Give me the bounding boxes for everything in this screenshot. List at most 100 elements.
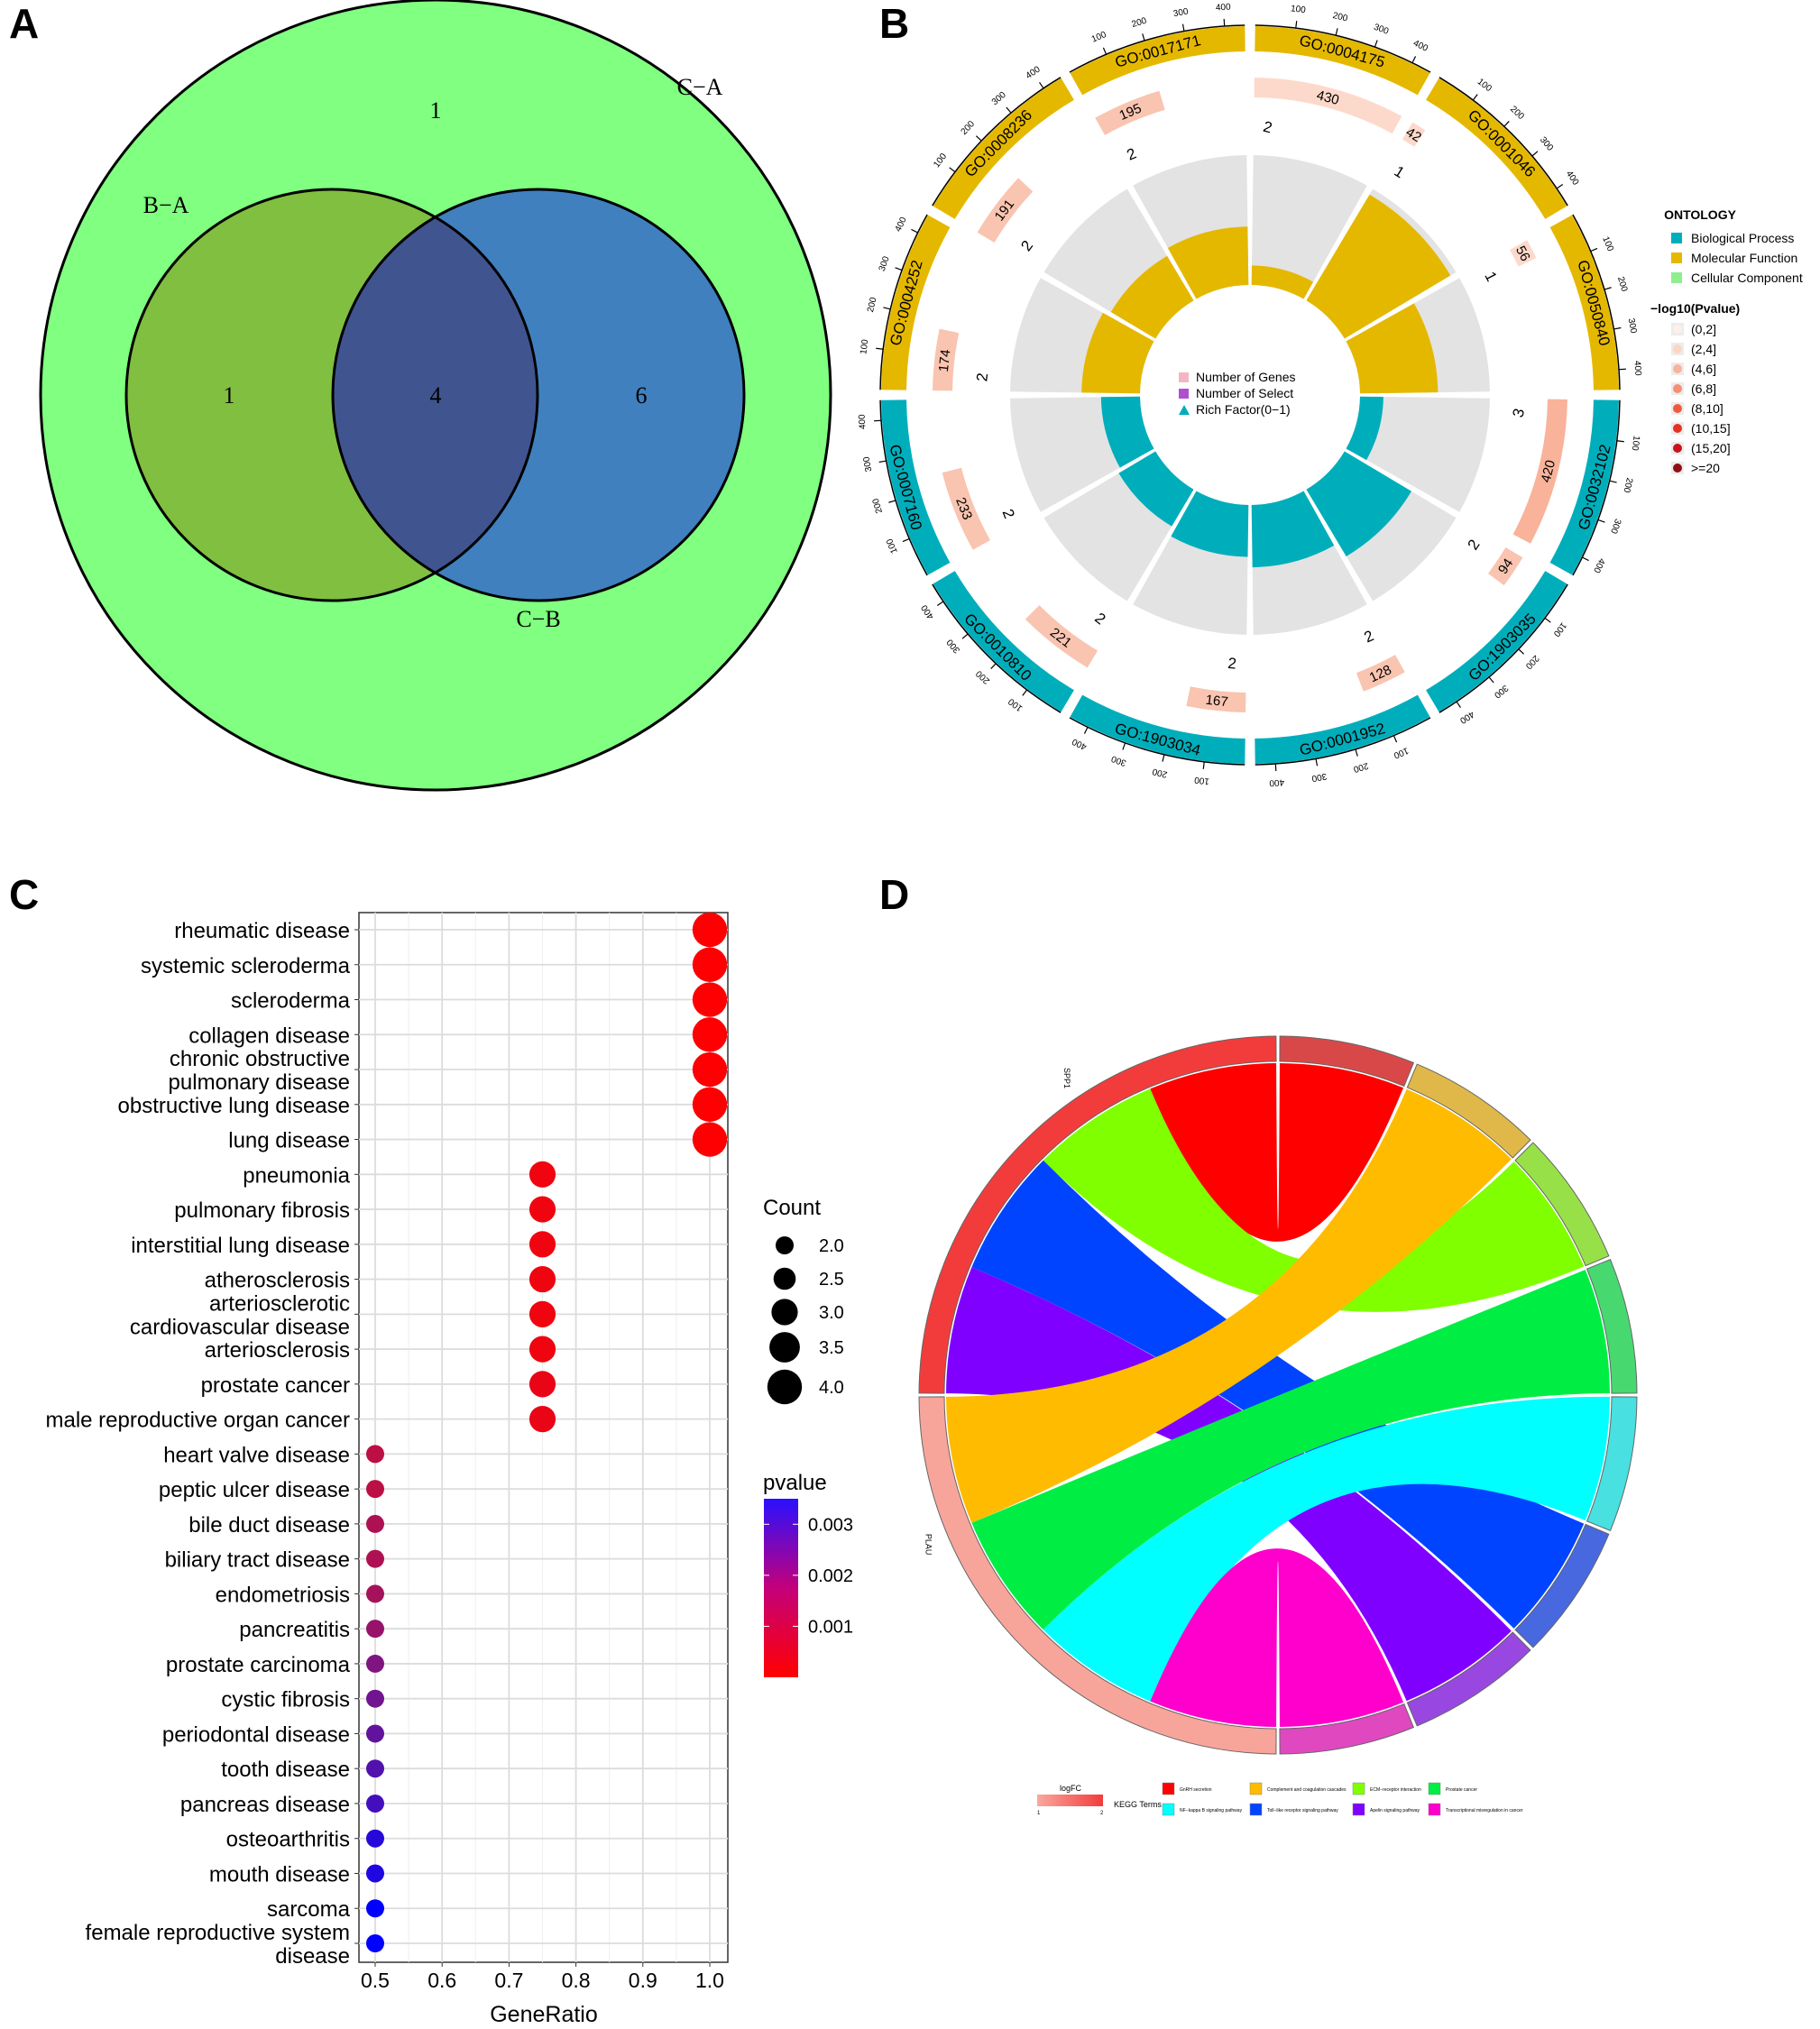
y-tick-label-line: pancreas disease xyxy=(180,1793,350,1817)
count-legend-dot xyxy=(776,1236,794,1254)
kegg-legend-swatch xyxy=(1249,1782,1263,1795)
colorbar-tick-label: 0.003 xyxy=(808,1515,853,1535)
y-tick-label-line: sarcoma xyxy=(267,1897,351,1922)
count-legend: 2.0 2.5 3.0 3.5 4.0 xyxy=(767,1236,844,1405)
y-tick-label-line: prostate cancer xyxy=(201,1373,350,1398)
y-tick-label-line: pneumonia xyxy=(243,1163,350,1188)
pvalue-key-swatch xyxy=(1673,364,1682,373)
go-axis-tick-label: 400 xyxy=(1269,776,1285,787)
pvalue-colorbar-title: pvalue xyxy=(763,1471,827,1495)
panel-label-d: D xyxy=(879,871,909,918)
go-axis-tick-label: 300 xyxy=(1626,317,1639,335)
y-tick-label: female reproductive system disease xyxy=(86,1921,350,1969)
go-term-id: GO:0008236 xyxy=(961,106,1035,180)
go-axis-tick-label: 400 xyxy=(1216,2,1232,13)
ontology-cc: Cellular Component xyxy=(1691,271,1803,285)
go-axis-tick xyxy=(1411,56,1417,63)
panel-label-a: A xyxy=(9,0,39,47)
go-axis-tick xyxy=(1590,247,1598,252)
y-tick-label: prostate cancer xyxy=(201,1373,350,1398)
y-tick-label: periodontal disease xyxy=(162,1722,350,1747)
x-tick-label: 0.5 xyxy=(361,1969,390,1992)
data-point xyxy=(366,1620,384,1639)
select-count-label: 2 xyxy=(1091,610,1108,629)
count-legend-label: 4.0 xyxy=(819,1378,844,1398)
go-axis-tick xyxy=(1202,761,1205,769)
select-count-label: 2 xyxy=(1125,144,1139,163)
data-point xyxy=(366,1584,384,1603)
legend-label-rich: Rich Factor(0−1) xyxy=(1196,402,1291,417)
go-axis-tick-label: 200 xyxy=(1352,760,1370,774)
y-tick-label: sarcoma xyxy=(267,1897,351,1922)
colorbar-tick-label: 0.001 xyxy=(808,1617,853,1637)
y-tick-label: atherosclerosis xyxy=(205,1269,350,1293)
go-axis-tick xyxy=(1556,184,1564,189)
y-tick-label: bile duct disease xyxy=(188,1513,350,1538)
y-tick-label-line: arteriosclerosis xyxy=(205,1338,350,1363)
kegg-legend-label: Toll−like receptor signaling pathway xyxy=(1267,1808,1338,1813)
y-tick-label: endometriosis xyxy=(216,1583,350,1607)
go-axis-tick xyxy=(1223,18,1226,27)
go-axis-tick xyxy=(1142,33,1145,41)
go-term-id: GO:0010810 xyxy=(961,611,1034,684)
venn-count-b-a: 1 xyxy=(224,382,235,409)
y-tick-label: pulmonary fibrosis xyxy=(174,1198,350,1223)
go-axis-tick-label: 100 xyxy=(932,151,949,170)
data-point xyxy=(529,1406,556,1433)
go-axis-tick-label: 400 xyxy=(1025,64,1043,81)
data-point xyxy=(692,982,728,1017)
y-tick-label: osteoarthritis xyxy=(226,1828,350,1852)
select-count-label: 2 xyxy=(973,372,991,383)
pvalue-legend-title: −log10(Pvalue) xyxy=(1650,301,1740,316)
venn-count-outer: 1 xyxy=(430,97,442,124)
swatch-mf xyxy=(1671,252,1682,263)
figure: A B C D C−A B−A C−B 1 1 4 6 100 200 300 400… xyxy=(9,0,1803,2027)
gene-count-label: 174 xyxy=(936,349,954,373)
go-axis-tick xyxy=(949,167,956,173)
y-tick-label: pneumonia xyxy=(243,1163,350,1188)
count-legend-label: 3.0 xyxy=(819,1303,844,1323)
go-term-id: GO:0004175 xyxy=(1298,32,1387,71)
y-tick-label-line: heart valve disease xyxy=(163,1443,350,1467)
go-axis-tick-label: 100 xyxy=(1007,696,1025,713)
gene-label: PLAU xyxy=(924,1534,933,1556)
kegg-legend-swatch xyxy=(1249,1803,1263,1816)
data-point xyxy=(529,1161,556,1188)
y-tick-label-line: cystic fibrosis xyxy=(221,1688,350,1712)
pvalue-key-swatch xyxy=(1673,464,1682,473)
go-axis-tick xyxy=(902,537,910,543)
pvalue-key-label: (15,20] xyxy=(1691,441,1731,455)
go-axis-tick-label: 300 xyxy=(878,255,892,273)
select-count-label: 2 xyxy=(1262,118,1274,137)
go-term-id: GO:0004252 xyxy=(887,258,926,347)
data-point xyxy=(366,1689,384,1708)
count-legend-dot xyxy=(771,1299,798,1326)
kegg-legend-swatch xyxy=(1428,1782,1441,1795)
go-axis-tick-label: 300 xyxy=(861,455,874,473)
data-point xyxy=(366,1480,384,1499)
panel-label-b: B xyxy=(879,0,909,47)
data-point xyxy=(366,1899,384,1918)
go-axis-tick-label: 400 xyxy=(1457,709,1475,726)
venn-label-b-a: B−A xyxy=(143,192,189,218)
go-axis-tick-label: 300 xyxy=(1310,771,1328,784)
pvalue-key-swatch xyxy=(1673,344,1682,353)
data-point xyxy=(366,1549,384,1568)
count-legend-label: 2.5 xyxy=(819,1270,844,1290)
go-axis-tick-label: 200 xyxy=(1508,105,1526,123)
ontology-mf: Molecular Function xyxy=(1691,251,1797,265)
go-axis-tick xyxy=(883,307,891,310)
data-point xyxy=(529,1231,556,1258)
go-term-id: GO:0050840 xyxy=(1574,258,1613,347)
y-tick-label-line: systemic scleroderma xyxy=(141,954,351,978)
kegg-legend-label: Transcriptional misregulation in cancer xyxy=(1446,1808,1523,1813)
pvalue-colorbar xyxy=(764,1499,798,1677)
y-tick-label: heart valve disease xyxy=(163,1443,350,1467)
go-axis-tick-label: 200 xyxy=(960,119,978,137)
go-axis-tick xyxy=(1472,94,1478,101)
data-point xyxy=(366,1794,384,1813)
pvalue-key-label: (10,15] xyxy=(1691,421,1731,436)
go-axis-tick-label: 300 xyxy=(1608,518,1622,536)
y-tick-label: interstitial lung disease xyxy=(131,1234,350,1258)
y-tick-label: chronic obstructive pulmonary disease xyxy=(169,1047,350,1095)
